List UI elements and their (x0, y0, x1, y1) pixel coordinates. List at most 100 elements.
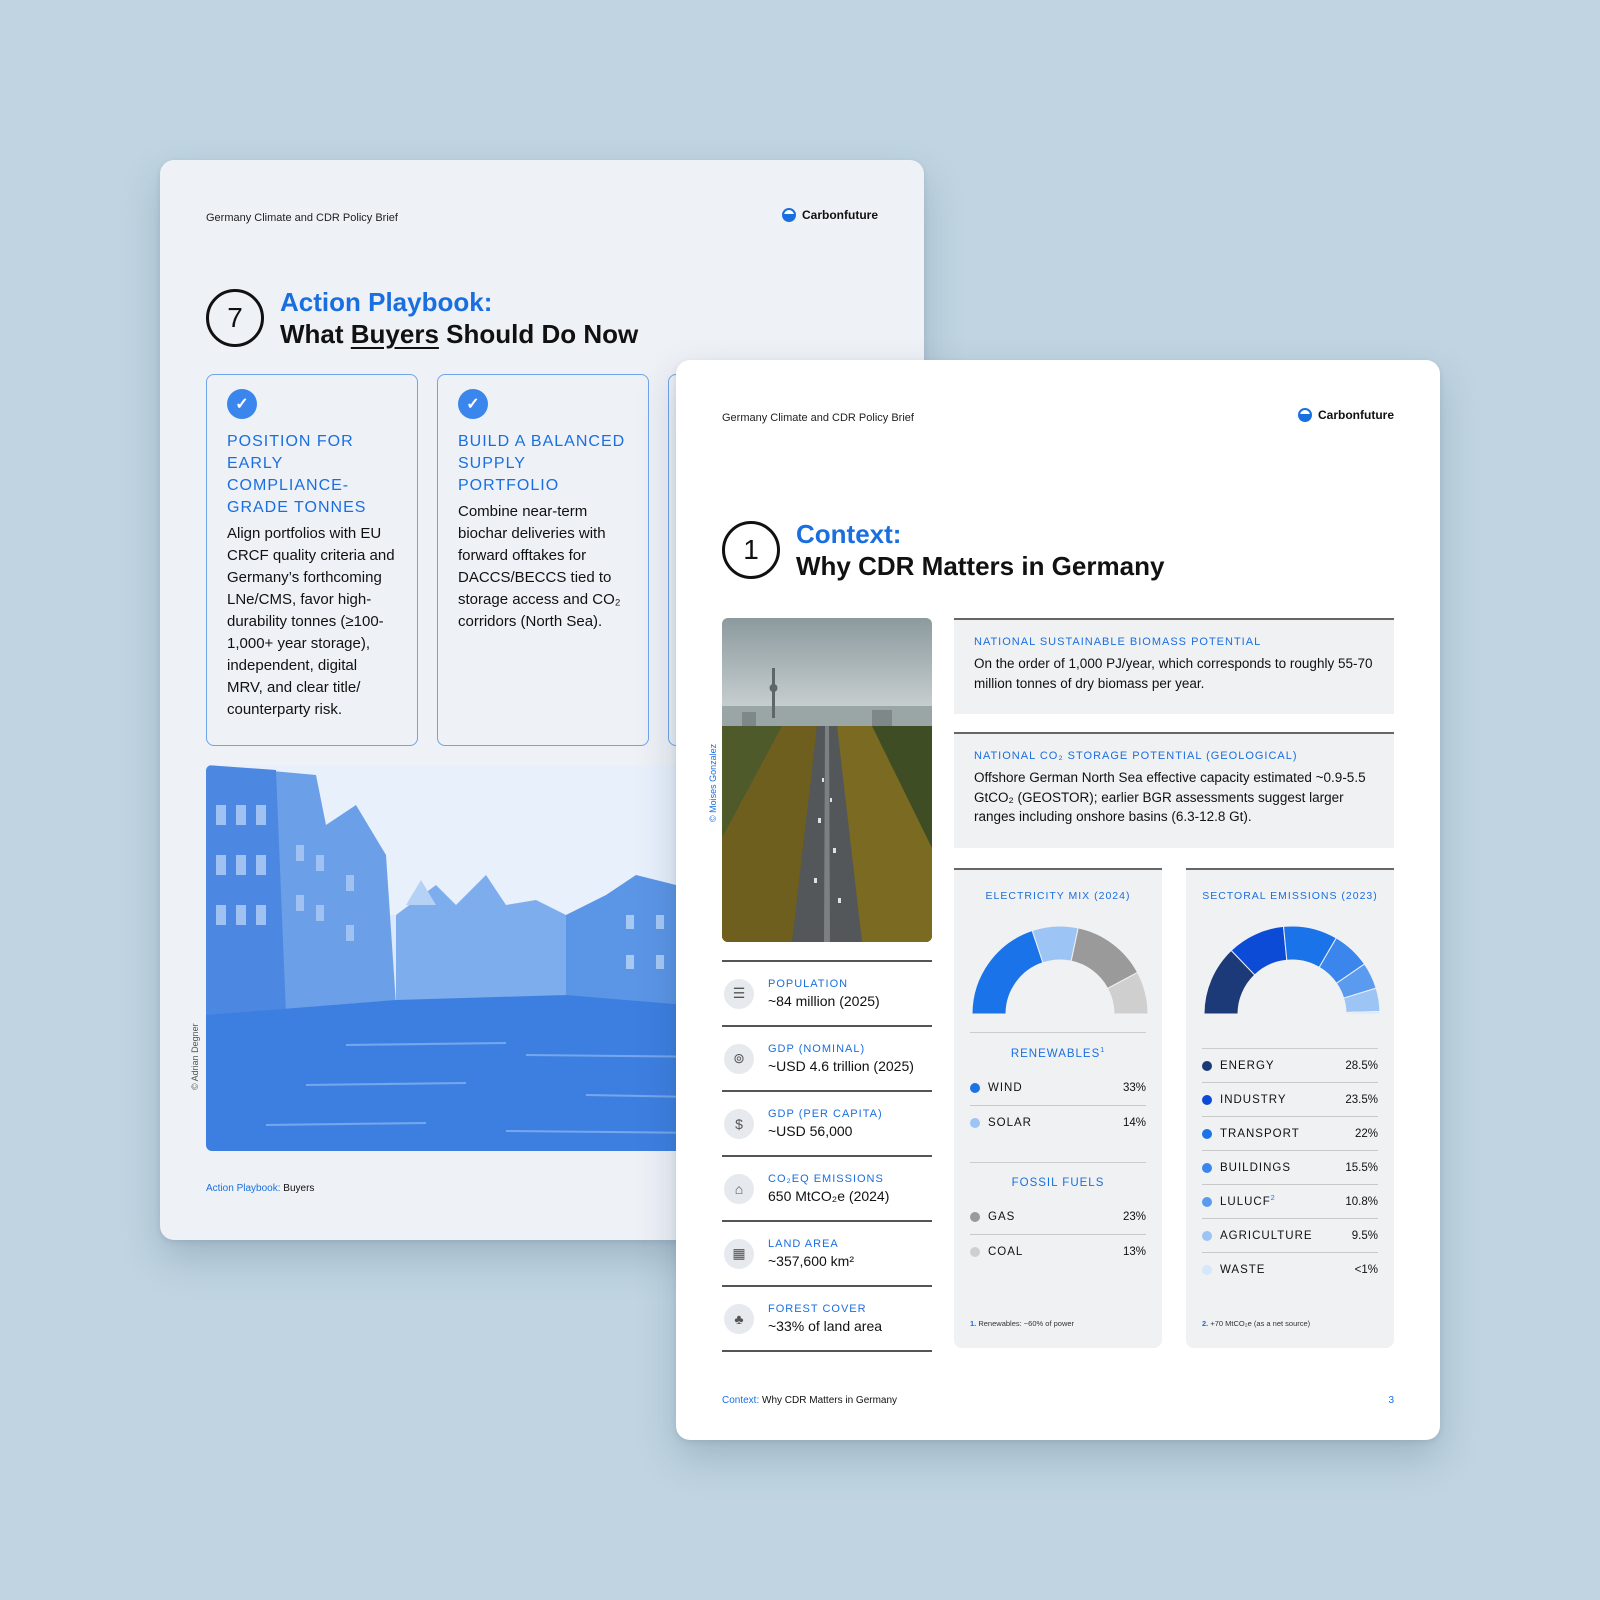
legend-swatch (1202, 1128, 1212, 1139)
legend-value: 28.5% (1345, 1059, 1378, 1072)
sectoral-emissions-panel: Sectoral Emissions (2023) ENERGY 28.5% IND… (1186, 868, 1394, 1348)
fossil-heading: FOSSIL FUELS (970, 1161, 1146, 1201)
stat-label: Forest Cover (768, 1303, 867, 1315)
stat-value: ~33% of land area (768, 1318, 883, 1334)
legend-value: <1% (1354, 1264, 1378, 1276)
stat-label: GDP (per capita) (768, 1108, 883, 1120)
legend-row: TRANSPORT 22% (1202, 1117, 1378, 1151)
check-icon: ✓ (458, 389, 488, 419)
front-page: Germany Climate and CDR Policy Brief Car… (676, 360, 1440, 1440)
legend-row: BUILDINGS 15.5% (1202, 1151, 1378, 1185)
footnote: 1. Renewables: ~60% of power (970, 1319, 1075, 1328)
legend-label: INDUSTRY (1220, 1093, 1287, 1106)
legend-value: 23% (1122, 1211, 1146, 1224)
brand-name: Carbonfuture (802, 208, 878, 222)
legend-row: WASTE <1% (1202, 1253, 1378, 1287)
legend-row: GAS 23% (970, 1201, 1146, 1235)
donut-slice-wind (971, 929, 1044, 1015)
sectoral-donut (1203, 925, 1381, 1015)
stat-row: ♣ Forest Cover ~33% of land area (722, 1287, 932, 1352)
legend-swatch (1202, 1196, 1212, 1207)
card-heading: Position for early compliance-grade tonn… (227, 433, 367, 516)
stat-value: ~357,600 km² (768, 1253, 854, 1269)
card-body: Combine near-term biochar deliveries wit… (458, 503, 621, 630)
stat-label: Land Area (768, 1238, 839, 1250)
info-label: National CO₂ Storage Potential (Geologic… (974, 750, 1298, 762)
berlin-photo (722, 618, 932, 942)
donut-slice-waste (1345, 1010, 1381, 1015)
legend-row: AGRICULTURE 9.5% (1202, 1219, 1378, 1253)
stat-label: CO₂eq Emissions (768, 1173, 884, 1185)
brand-name: Carbonfuture (1318, 408, 1394, 422)
gdp-nominal-icon: ⊚ (724, 1043, 754, 1074)
info-text: On the order of 1,000 PJ/year, which cor… (974, 656, 1373, 691)
stat-value: ~USD 56,000 (768, 1123, 853, 1139)
section-title: Context: (796, 519, 902, 549)
electricity-donut (971, 925, 1149, 1015)
legend-label: TRANSPORT (1220, 1127, 1300, 1140)
photo-credit: © Adrian Degner (190, 1023, 200, 1090)
gdp-per-capita-icon: $ (724, 1108, 754, 1139)
legend-label: WIND (988, 1082, 1023, 1095)
legend-label: GAS (988, 1211, 1016, 1224)
stat-row: ⌂ CO₂eq Emissions 650 MtCO₂e (2024) (722, 1157, 932, 1222)
action-card: ✓ Build a balanced supply portfolio Comb… (437, 374, 649, 746)
page-footer: Action Playbook: Buyers (206, 1183, 315, 1194)
legend-value: 10.8% (1345, 1195, 1378, 1208)
legend-value: 9.5% (1351, 1229, 1378, 1242)
legend-value: 22% (1354, 1127, 1378, 1140)
action-card: ✓ Position for early compliance-grade to… (206, 374, 418, 746)
photo-credit: © Moises Gonzalez (708, 743, 718, 822)
legend-row: ENERGY 28.5% (1202, 1049, 1378, 1083)
legend-row: LULUCF2 10.8% (1202, 1185, 1378, 1219)
legend-label: SOLAR (988, 1116, 1032, 1129)
section-header: 7 Action Playbook: What Buyers Should Do… (206, 286, 638, 350)
section-number: 7 (206, 289, 264, 347)
legend-value: 13% (1122, 1245, 1146, 1258)
renewables-heading: RENEWABLES1 (970, 1032, 1146, 1072)
forest-icon: ♣ (724, 1303, 754, 1334)
legend-swatch (970, 1212, 980, 1223)
biomass-box: National Sustainable Biomass Potential O… (954, 618, 1394, 714)
legend-value: 33% (1122, 1082, 1146, 1095)
legend-swatch (970, 1117, 980, 1128)
card-body: Align portfolios with EU CRCF quality cr… (227, 525, 395, 718)
legend-swatch (1202, 1094, 1212, 1105)
legend-swatch (1202, 1060, 1212, 1071)
legend-value: 15.5% (1345, 1161, 1378, 1174)
legend-swatch (1202, 1162, 1212, 1173)
legend-swatch (1202, 1265, 1212, 1275)
brand: Carbonfuture (782, 208, 878, 222)
electricity-mix-panel: Electricity Mix (2024) RENEWABLES1 WIND 3… (954, 868, 1162, 1348)
chart-title: Sectoral Emissions (2023) (1202, 890, 1378, 902)
stat-value: ~USD 4.6 trillion (2025) (768, 1058, 914, 1074)
section-number: 1 (722, 521, 780, 579)
stat-row: ⊚ GDP (Nominal) ~USD 4.6 trillion (2025) (722, 1027, 932, 1092)
legend-label: COAL (988, 1245, 1024, 1258)
doc-title: Germany Climate and CDR Policy Brief (722, 412, 914, 424)
info-text: Offshore German North Sea effective capa… (974, 770, 1366, 824)
stat-label: Population (768, 978, 849, 990)
renewables-legend: WIND 33% SOLAR 14% (970, 1072, 1146, 1140)
page-number: 3 (1388, 1395, 1394, 1406)
legend-label: AGRICULTURE (1220, 1229, 1313, 1242)
legend-value: 23.5% (1345, 1093, 1378, 1106)
stat-label: GDP (Nominal) (768, 1043, 866, 1055)
section-subtitle: What Buyers Should Do Now (280, 319, 639, 349)
stat-value: ~84 million (2025) (768, 993, 880, 1009)
key-stats: ☰ Population ~84 million (2025) ⊚ GDP (No… (722, 960, 932, 1352)
footnote: 2. +70 MtCO₂e (as a net source) (1202, 1319, 1311, 1328)
fossil-legend: GAS 23% COAL 13% (970, 1201, 1146, 1269)
storage-box: National CO₂ Storage Potential (Geologic… (954, 732, 1394, 848)
legend-swatch (1202, 1230, 1212, 1241)
check-icon: ✓ (227, 389, 257, 419)
card-heading: Build a balanced supply portfolio (458, 433, 626, 494)
stat-row: ▦ Land Area ~357,600 km² (722, 1222, 932, 1287)
legend-swatch (970, 1083, 980, 1094)
carbonfuture-logo-icon (782, 208, 796, 222)
legend-label: BUILDINGS (1220, 1161, 1291, 1174)
legend-row: WIND 33% (970, 1072, 1146, 1106)
doc-title: Germany Climate and CDR Policy Brief (206, 212, 398, 224)
legend-label: WASTE (1220, 1264, 1266, 1276)
info-label: National Sustainable Biomass Potential (974, 636, 1262, 648)
